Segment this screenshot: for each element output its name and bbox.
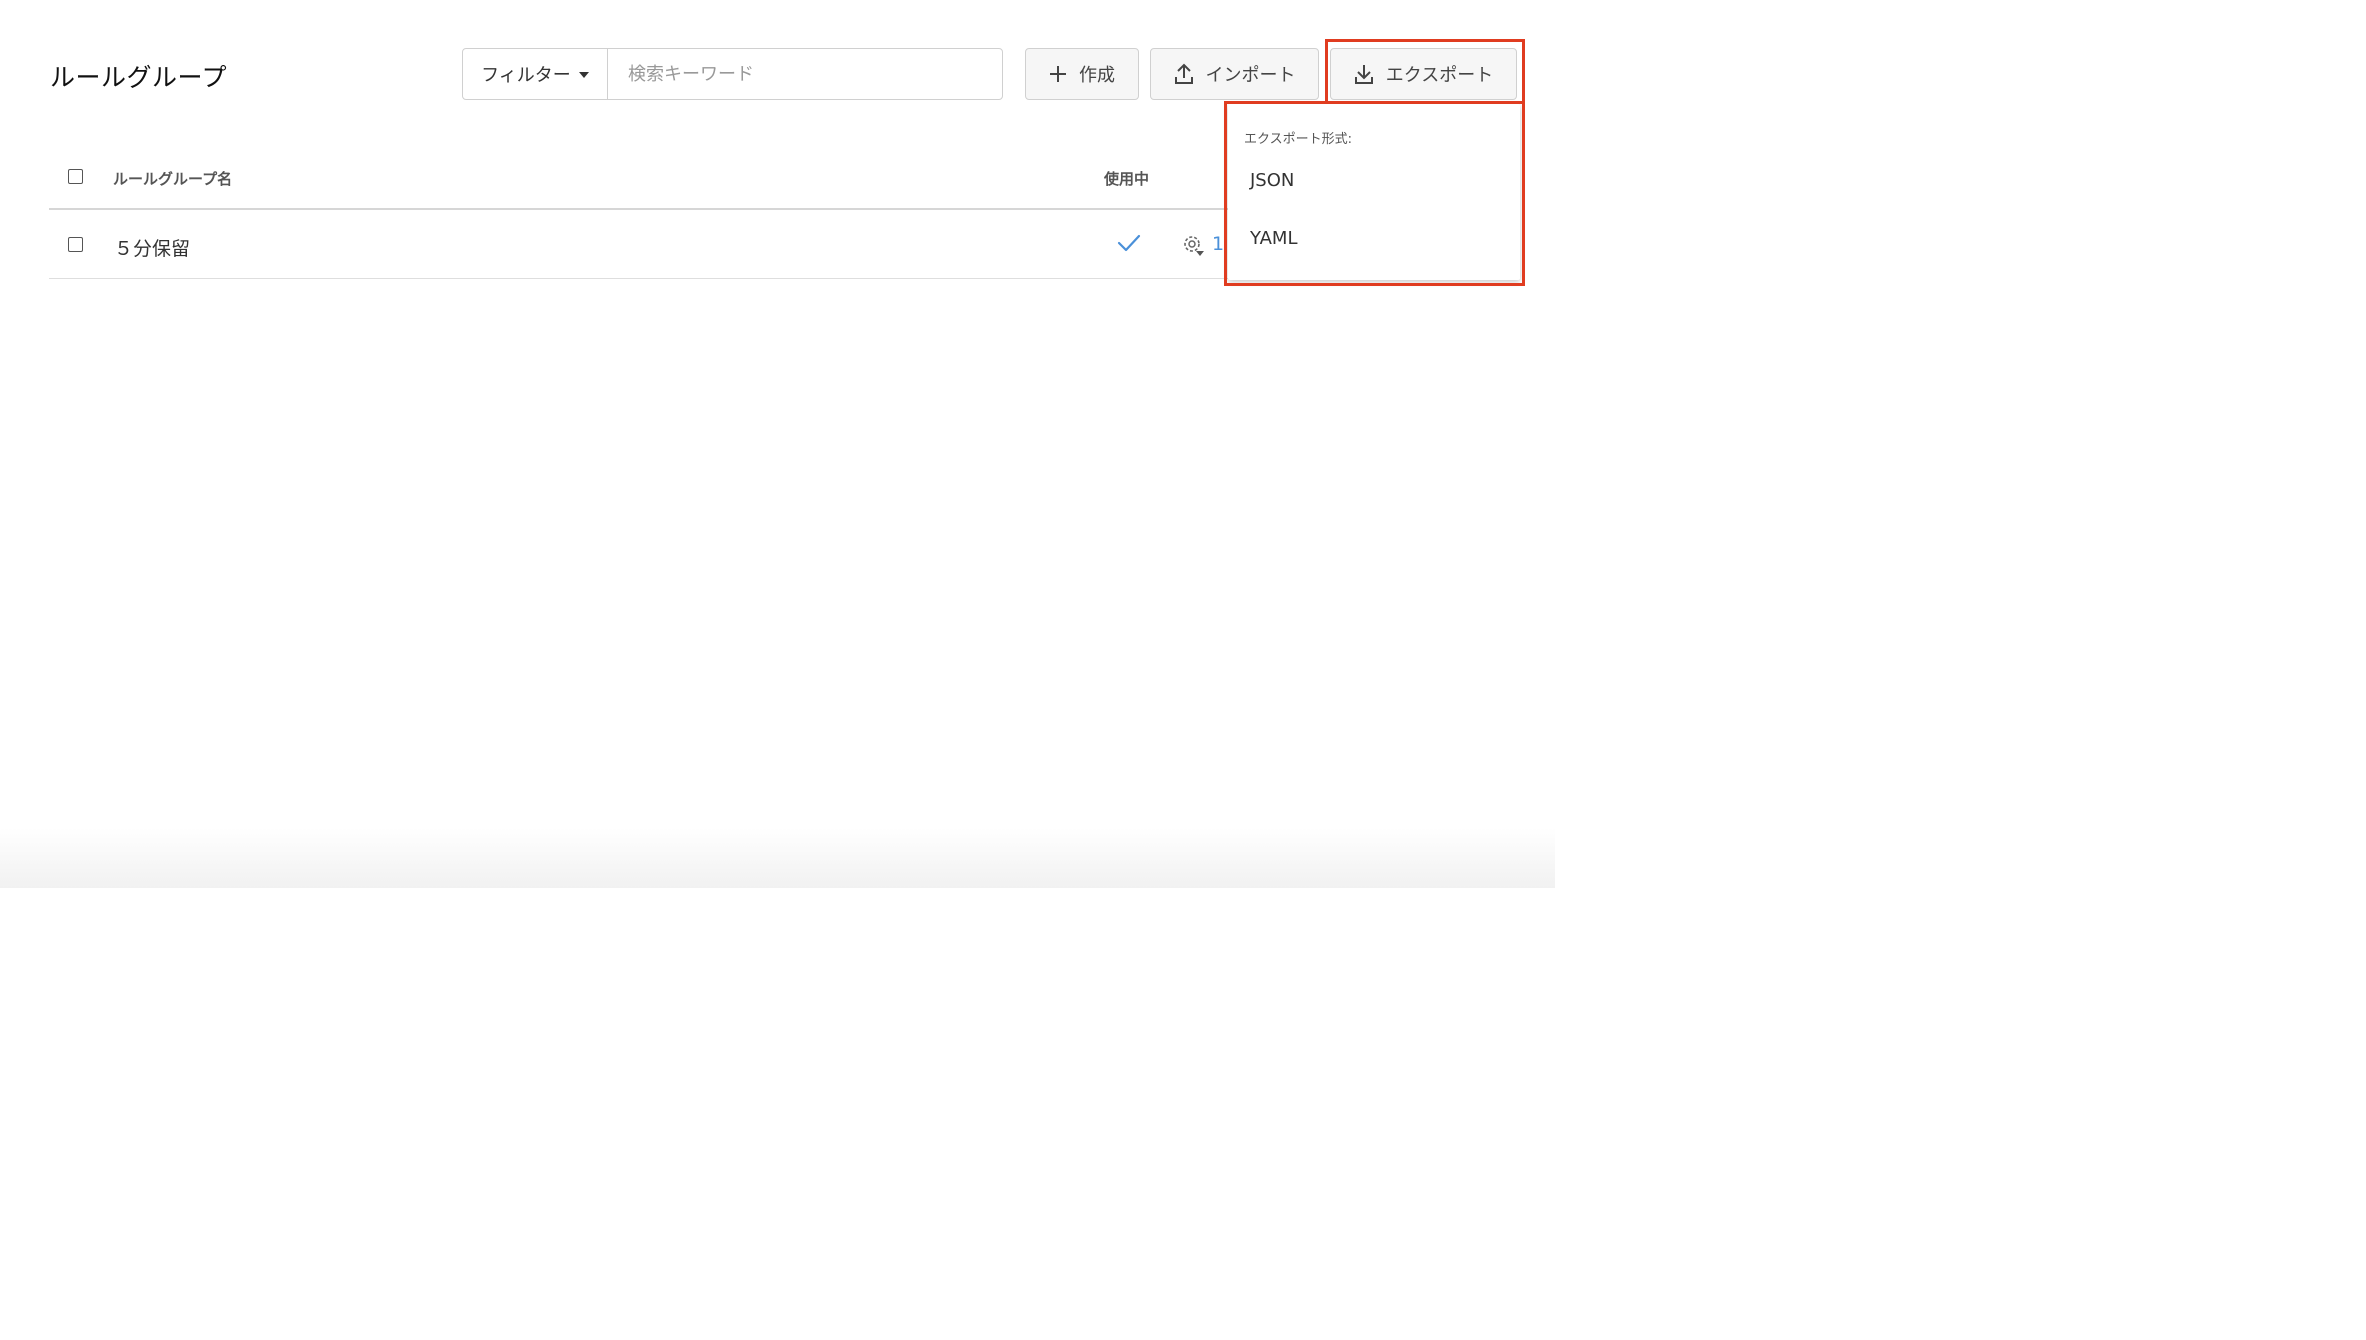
filter-label: フィルター xyxy=(481,65,571,86)
gear-icon[interactable] xyxy=(1181,233,1207,259)
import-button-label: インポート xyxy=(1205,65,1296,86)
rule-groups-page: ルールグループ フィルター 作成 インポート エクスポート ルールグループ名 使… xyxy=(0,0,1555,888)
import-button[interactable]: インポート xyxy=(1150,48,1319,100)
download-icon xyxy=(1354,65,1373,84)
export-button-label: エクスポート xyxy=(1385,65,1494,86)
table-header: ルールグループ名 使用中 xyxy=(49,150,1229,210)
table-row[interactable]: ５分保留 1 xyxy=(49,211,1229,279)
row-checkbox[interactable] xyxy=(68,237,83,252)
search-input[interactable] xyxy=(608,49,1002,99)
upload-icon xyxy=(1174,63,1193,84)
page-title: ルールグループ xyxy=(50,63,228,92)
select-all-checkbox[interactable] xyxy=(68,169,83,184)
column-header-name: ルールグループ名 xyxy=(113,170,233,188)
export-button[interactable]: エクスポート xyxy=(1330,48,1517,100)
filter-dropdown[interactable]: フィルター xyxy=(463,49,608,99)
caret-down-icon xyxy=(578,72,589,78)
export-format-heading: エクスポート形式: xyxy=(1244,132,1352,147)
rule-group-name: ５分保留 xyxy=(114,238,191,260)
create-button-label: 作成 xyxy=(1079,65,1115,86)
export-format-menu: エクスポート形式: JSON YAML xyxy=(1228,104,1520,280)
checkmark-icon xyxy=(1117,234,1141,252)
rule-count[interactable]: 1 xyxy=(1212,233,1224,255)
search-group: フィルター xyxy=(462,48,1003,100)
plus-icon xyxy=(1050,66,1066,82)
column-header-in-use: 使用中 xyxy=(1104,170,1150,188)
bottom-fade xyxy=(0,828,1555,888)
export-json-option[interactable]: JSON xyxy=(1228,157,1520,205)
export-yaml-option[interactable]: YAML xyxy=(1228,215,1520,263)
create-button[interactable]: 作成 xyxy=(1025,48,1139,100)
